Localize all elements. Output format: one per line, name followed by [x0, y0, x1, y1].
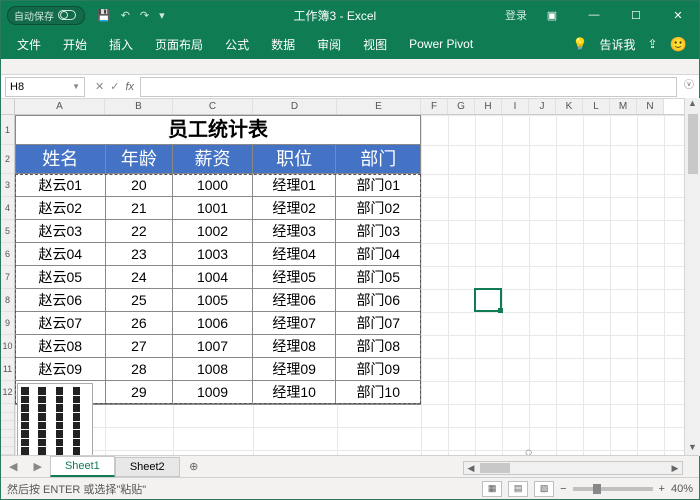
name-box[interactable]: H8▼ [5, 77, 85, 97]
col-header[interactable]: F [421, 99, 448, 114]
redo-icon[interactable]: ↷ [140, 9, 149, 22]
fill-handle[interactable] [498, 308, 503, 313]
col-header[interactable]: I [502, 99, 529, 114]
row-header[interactable]: 1 [1, 115, 14, 145]
row-header[interactable]: 3 [1, 174, 14, 197]
close-icon[interactable]: ✕ [661, 1, 695, 29]
tab-nav-next-icon[interactable]: ▶ [25, 460, 49, 473]
view-pagebreak-icon[interactable]: ▧ [534, 481, 554, 497]
tab-插入[interactable]: 插入 [99, 31, 143, 58]
tab-开始[interactable]: 开始 [53, 31, 97, 58]
col-header[interactable]: K [556, 99, 583, 114]
undo-icon[interactable]: ↶ [121, 9, 130, 22]
status-message: 然后按 ENTER 或选择"粘贴" [7, 481, 146, 497]
row-header[interactable]: 2 [1, 145, 14, 174]
bulb-icon: 💡 [573, 37, 588, 51]
horizontal-scrollbar[interactable]: ◀▶ [463, 461, 683, 475]
row-header[interactable]: 9 [1, 312, 14, 335]
collapse-ribbon-icon[interactable]: ⓥ [684, 76, 694, 91]
row-header[interactable]: 11 [1, 358, 14, 381]
login-link[interactable]: 登录 [505, 7, 527, 23]
tell-me[interactable]: 告诉我 [599, 36, 635, 53]
fx-icon[interactable]: fx [125, 81, 134, 93]
tab-Power Pivot[interactable]: Power Pivot [399, 32, 483, 56]
chevron-down-icon[interactable]: ▼ [72, 82, 80, 91]
table-header[interactable]: 薪资 [173, 145, 253, 174]
view-layout-icon[interactable]: ▤ [508, 481, 528, 497]
row-header[interactable]: 8 [1, 289, 14, 312]
tab-审阅[interactable]: 审阅 [307, 31, 351, 58]
cancel-formula-icon[interactable]: ✕ [95, 80, 104, 93]
col-header[interactable]: H [475, 99, 502, 114]
row-header[interactable]: 4 [1, 197, 14, 220]
qr-code: Word联盟 www.wordlm.com [17, 383, 93, 455]
paste-marquee [15, 174, 421, 404]
maximize-icon[interactable]: ☐ [619, 1, 653, 29]
col-header[interactable]: A [15, 99, 105, 114]
zoom-in[interactable]: + [659, 483, 665, 495]
table-header[interactable]: 部门 [336, 145, 420, 174]
tab-公式[interactable]: 公式 [215, 31, 259, 58]
table-header[interactable]: 姓名 [16, 145, 106, 174]
col-header[interactable]: N [637, 99, 664, 114]
ribbon-options-icon[interactable]: ▣ [535, 1, 569, 29]
col-header[interactable]: G [448, 99, 475, 114]
col-header[interactable]: E [337, 99, 421, 114]
busy-cursor: ◌ [525, 445, 532, 455]
row-header[interactable]: 5 [1, 220, 14, 243]
sheet-tab-1[interactable]: Sheet1 [50, 456, 115, 477]
active-cell[interactable] [474, 288, 502, 312]
col-header[interactable]: C [173, 99, 253, 114]
tab-file[interactable]: 文件 [7, 31, 51, 58]
vertical-scrollbar[interactable]: ▲▼ [684, 98, 700, 456]
table-header[interactable]: 年龄 [106, 145, 174, 174]
sheet-tab-2[interactable]: Sheet2 [115, 457, 180, 477]
view-normal-icon[interactable]: ▦ [482, 481, 502, 497]
add-sheet-icon[interactable]: ⊕ [184, 458, 204, 476]
row-header[interactable]: 12 [1, 381, 14, 404]
autosave-toggle[interactable]: 自动保存 [7, 6, 85, 25]
feedback-icon[interactable]: 🙂 [670, 36, 687, 53]
col-header[interactable]: M [610, 99, 637, 114]
share-icon[interactable]: ⇪ [648, 37, 658, 51]
tab-页面布局[interactable]: 页面布局 [145, 31, 213, 58]
save-icon[interactable]: 💾 [97, 9, 111, 22]
minimize-icon[interactable]: — [577, 1, 611, 29]
row-header[interactable]: 7 [1, 266, 14, 289]
col-header[interactable]: D [253, 99, 337, 114]
accept-formula-icon[interactable]: ✓ [110, 80, 119, 93]
col-header[interactable]: J [529, 99, 556, 114]
col-header[interactable]: B [105, 99, 173, 114]
formula-bar[interactable] [140, 77, 677, 97]
tab-数据[interactable]: 数据 [261, 31, 305, 58]
table-header[interactable]: 职位 [253, 145, 337, 174]
zoom-slider[interactable] [573, 487, 653, 491]
window-title: 工作簿3 - Excel [165, 7, 505, 24]
zoom-level[interactable]: 40% [671, 483, 693, 495]
tab-nav-prev-icon[interactable]: ◀ [1, 460, 25, 473]
tab-视图[interactable]: 视图 [353, 31, 397, 58]
col-header[interactable]: L [583, 99, 610, 114]
zoom-out[interactable]: − [560, 483, 566, 495]
table-title: 员工统计表 [16, 116, 420, 145]
row-header[interactable]: 10 [1, 335, 14, 358]
select-all[interactable] [1, 99, 15, 114]
row-header[interactable]: 6 [1, 243, 14, 266]
